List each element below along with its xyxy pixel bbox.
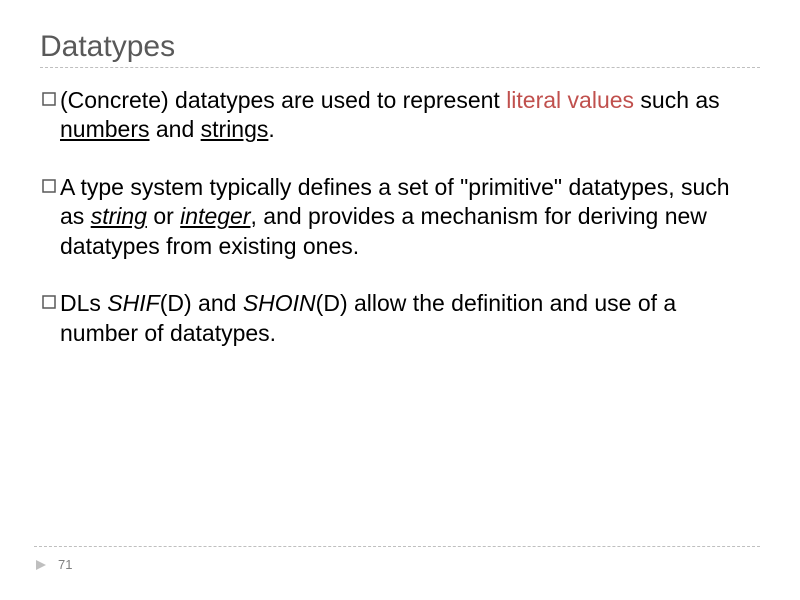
text-d: D [167, 290, 184, 316]
text: and [149, 116, 200, 142]
bullet-text: A type system typically defines a set of… [60, 173, 760, 261]
text-integer: integer [180, 203, 250, 229]
slide: Datatypes (Concrete) datatypes are used … [0, 0, 800, 600]
text: or [147, 203, 180, 229]
bullet-icon [42, 179, 56, 193]
text: ) and [184, 290, 243, 316]
bullet-icon [42, 295, 56, 309]
title-divider [40, 67, 760, 68]
text-literal: literal values [506, 87, 634, 113]
text: . [268, 116, 274, 142]
bullet-text: DLs SHIF(D) and SHOIN(D) allow the defin… [60, 289, 760, 348]
text-shif: SHIF [107, 290, 159, 316]
bullet-icon [42, 92, 56, 106]
page-number: 71 [58, 557, 72, 572]
text: DLs [60, 290, 107, 316]
bullet-item: DLs SHIF(D) and SHOIN(D) allow the defin… [40, 289, 760, 348]
text-d: D [323, 290, 340, 316]
footer: 71 [34, 546, 760, 572]
text-shoin: SHOIN [243, 290, 316, 316]
bullet-item: A type system typically defines a set of… [40, 173, 760, 261]
text: (Concrete) datatypes are used to represe… [60, 87, 506, 113]
bullet-item: (Concrete) datatypes are used to represe… [40, 86, 760, 145]
footer-row: 71 [34, 557, 760, 572]
arrow-icon [34, 558, 48, 572]
slide-title: Datatypes [40, 30, 760, 64]
bullet-text: (Concrete) datatypes are used to represe… [60, 86, 760, 145]
text: such as [634, 87, 720, 113]
text-numbers: numbers [60, 116, 149, 142]
footer-divider [34, 546, 760, 547]
text-string: string [91, 203, 147, 229]
text-strings: strings [201, 116, 269, 142]
